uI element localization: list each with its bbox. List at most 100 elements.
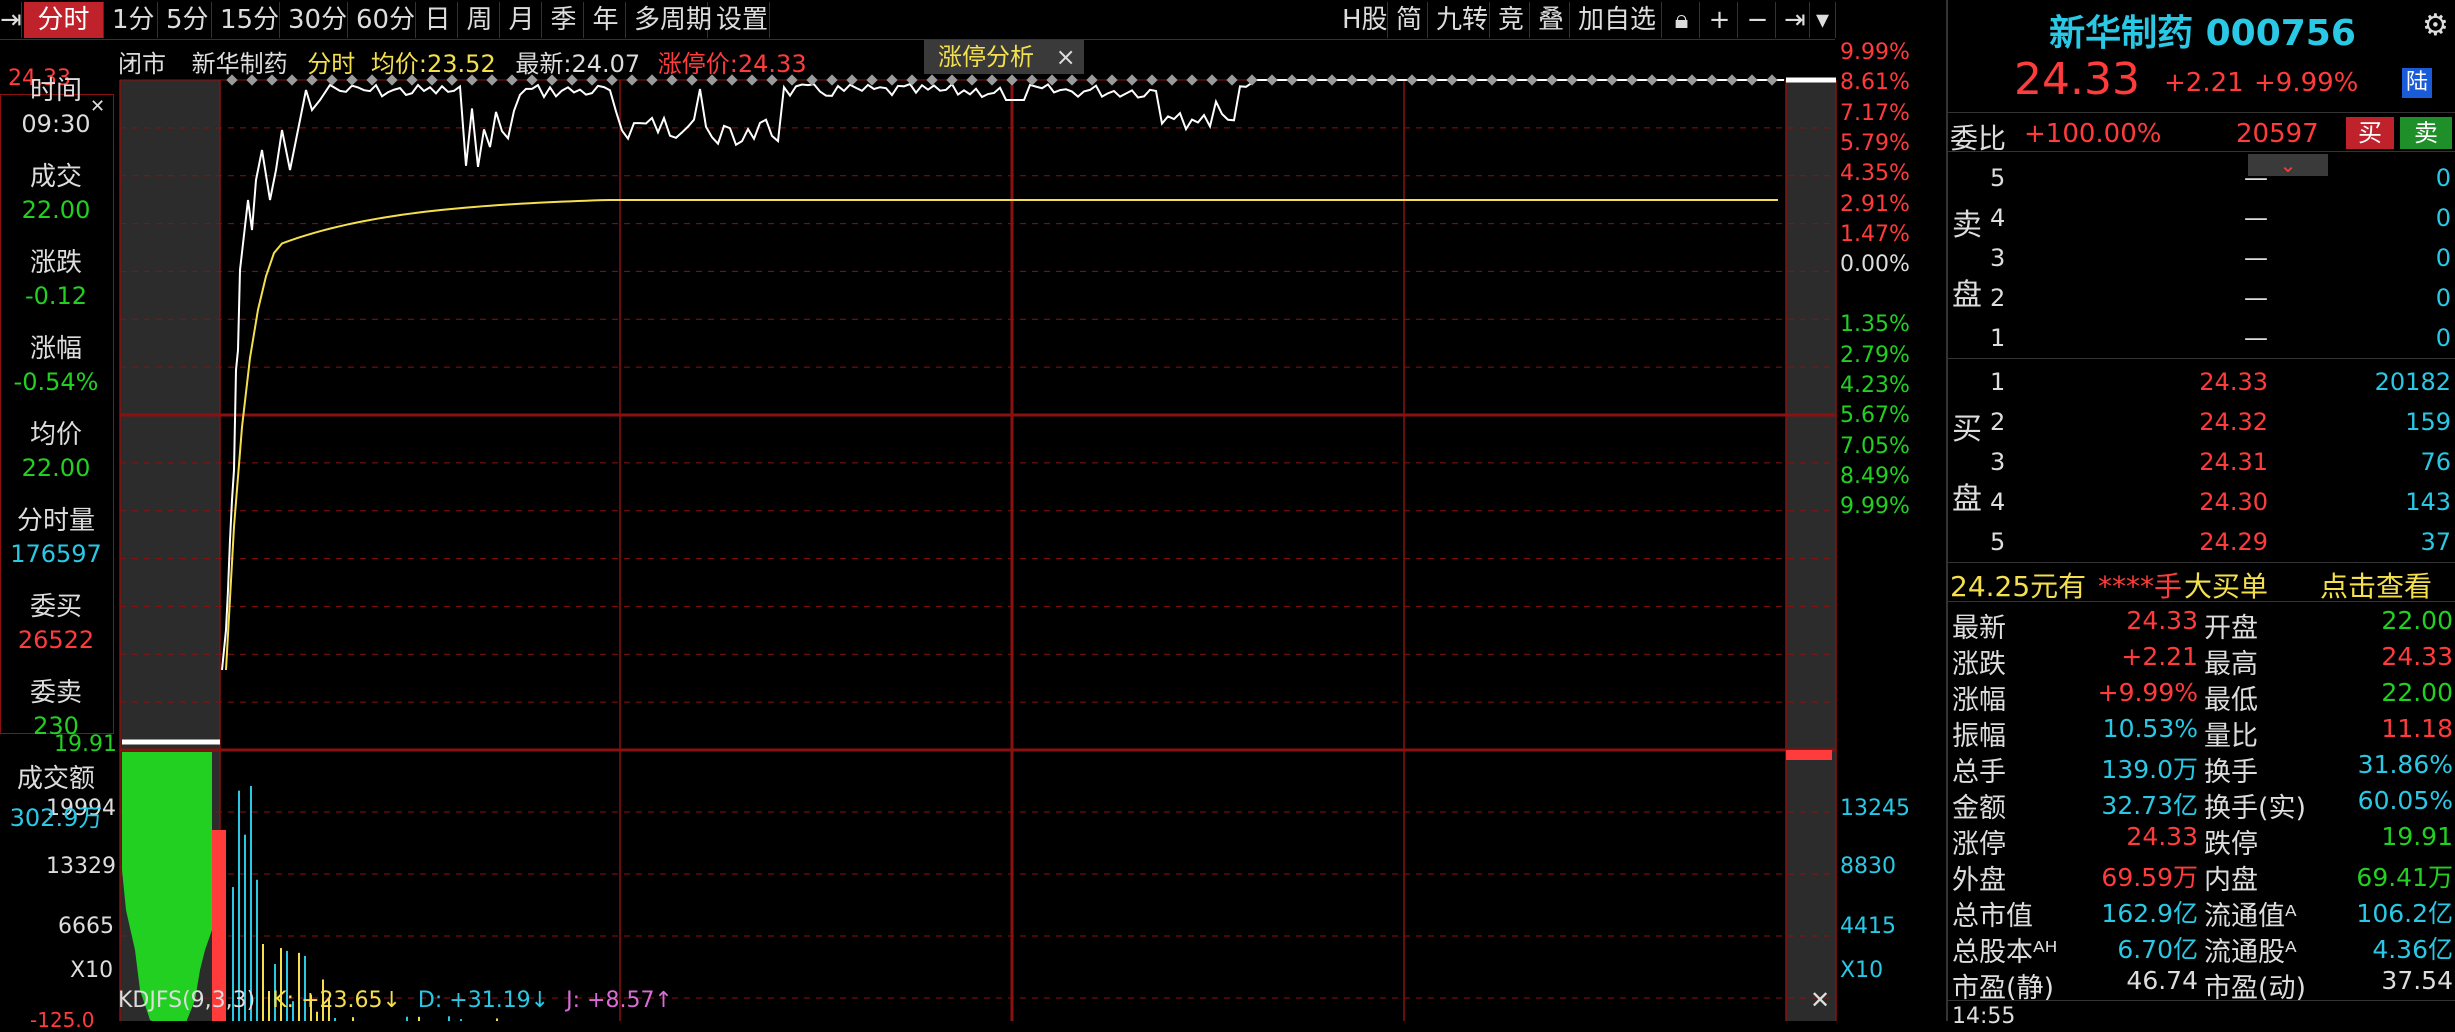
gear-icon[interactable]: ⚙	[2422, 8, 2449, 43]
sell-level-row[interactable]: 3 — 0	[1948, 240, 2455, 280]
limit-up-marker	[526, 74, 538, 86]
limit-up-marker	[1506, 74, 1518, 86]
limit-up-marker	[1566, 74, 1578, 86]
limit-up-analysis-button[interactable]: 涨停分析 ×	[924, 40, 1084, 74]
tab-settings[interactable]: 设置	[710, 2, 770, 38]
buy-level-row[interactable]: 4 24.30 143	[1948, 484, 2455, 524]
indicator-bar[interactable]: KDJFS(9,3,3) K: +23.65↓ D: +31.19↓ J: +8…	[118, 988, 673, 1018]
indicator-name: KDJFS(9,3,3)	[118, 988, 256, 1013]
limit-up-marker	[1466, 74, 1478, 86]
buy-level-row[interactable]: 2 24.32 159	[1948, 404, 2455, 444]
auction-button[interactable]: 竞	[1492, 2, 1530, 38]
limit-up-marker	[846, 74, 858, 86]
tab-5min[interactable]: 5分	[160, 2, 212, 38]
level-price: —	[2244, 284, 2268, 312]
tab-15min[interactable]: 15分	[214, 2, 280, 38]
stat-value: 19.91	[2381, 822, 2453, 851]
tab-year[interactable]: 年	[586, 2, 626, 38]
level-vol: 159	[2405, 408, 2451, 436]
sell-level-row[interactable]: 4 — 0	[1948, 200, 2455, 240]
tab-fenshi[interactable]: 分时	[24, 2, 104, 38]
dropdown-icon[interactable]: ▾	[1810, 2, 1836, 38]
tab-multi-period[interactable]: 多周期	[628, 2, 712, 38]
level-vol: 0	[2435, 244, 2451, 272]
tab-week[interactable]: 周	[460, 2, 500, 38]
limit-up-marker	[1586, 74, 1598, 86]
buy-level-row[interactable]: 3 24.31 76	[1948, 444, 2455, 484]
lock-icon[interactable]: 🔒︎	[1664, 2, 1700, 38]
limit-up-marker	[1126, 74, 1138, 86]
buy-level-row[interactable]: 1 24.33 20182	[1948, 364, 2455, 404]
limit-up-marker	[1386, 74, 1398, 86]
buy-button[interactable]: 买	[2346, 117, 2394, 149]
weibi-label: 委比	[1950, 122, 2007, 155]
level-vol: 0	[2435, 204, 2451, 232]
volume-bar	[250, 786, 252, 1021]
close-icon[interactable]: ×	[1056, 43, 1076, 71]
limit-up-marker	[1086, 74, 1098, 86]
limit-up-marker	[1426, 74, 1438, 86]
stat-value: 24.33	[2126, 822, 2198, 851]
limit-up-marker	[886, 74, 898, 86]
tick-time: 14:55	[1952, 1004, 2016, 1029]
limit-up-marker	[986, 74, 998, 86]
tab-1min[interactable]: 1分	[106, 2, 158, 38]
sell-level-row[interactable]: 2 — 0	[1948, 280, 2455, 320]
chart-grid	[119, 79, 1837, 1021]
level-num: 5	[1990, 528, 2006, 556]
level-price: —	[2244, 244, 2268, 272]
info-value: 230	[33, 712, 79, 740]
limit-up-marker	[806, 74, 818, 86]
limit-up-marker	[766, 74, 778, 86]
overlay-button[interactable]: 叠	[1532, 2, 1570, 38]
sell-level-row[interactable]: 1 — 0	[1948, 320, 2455, 360]
collapse-left-icon[interactable]: ⇥	[0, 2, 22, 38]
big-order-hand: ****手	[2098, 570, 2183, 603]
zoom-in-icon[interactable]: +	[1702, 2, 1738, 38]
sell-button[interactable]: 卖	[2400, 117, 2452, 149]
tab-60min[interactable]: 60分	[350, 2, 416, 38]
info-label: 均价	[29, 420, 82, 450]
tab-quarter[interactable]: 季	[544, 2, 584, 38]
limit-up-marker	[1106, 74, 1118, 86]
stat-row: 总市值 162.9亿 流通值ᴬ 106.2亿	[1948, 892, 2455, 932]
limit-up-marker	[586, 74, 598, 86]
h-share-button[interactable]: H股	[1336, 2, 1388, 38]
big-order-view-link[interactable]: 点击查看	[2320, 565, 2432, 605]
info-value: -0.54%	[13, 368, 99, 396]
limit-up-marker	[1626, 74, 1638, 86]
intraday-chart[interactable]	[0, 70, 1946, 1021]
limit-up-marker	[1726, 74, 1738, 86]
period-toolbar: ⇥ 分时 1分 5分 15分 30分 60分 日 周 月 季 年 多周期 设置 …	[0, 0, 1836, 40]
volume-bars	[122, 752, 498, 1021]
stat-value: 31.86%	[2357, 750, 2453, 779]
add-watchlist-button[interactable]: 加自选	[1572, 2, 1662, 38]
info-label: 涨跌	[29, 248, 82, 278]
level-price: 24.31	[2199, 448, 2268, 476]
limit-up-marker	[386, 74, 398, 86]
limit-up-marker	[466, 74, 478, 86]
tab-day[interactable]: 日	[418, 2, 458, 38]
big-order-banner[interactable]: 24.25元有 ****手 大买单 点击查看	[1948, 562, 2455, 605]
stat-row: 市盈(静) 46.74 市盈(动) 37.54	[1948, 964, 2455, 1004]
nine-turn-button[interactable]: 九转	[1430, 2, 1490, 38]
tab-30min[interactable]: 30分	[282, 2, 348, 38]
buy-level-row[interactable]: 5 24.29 37	[1948, 524, 2455, 564]
limit-up-marker	[606, 74, 618, 86]
tab-month[interactable]: 月	[502, 2, 542, 38]
stat-row: 涨幅 +9.99% 最低 22.00	[1948, 676, 2455, 716]
vol-axis-right-1: 13245	[1840, 796, 1910, 821]
info-value: 302.9万	[9, 804, 103, 832]
collapse-right-icon[interactable]: ⇥	[1778, 2, 1810, 38]
stat-value: 106.2亿	[2356, 899, 2453, 928]
close-indicator-icon[interactable]: ✕	[1810, 986, 1830, 1014]
zoom-out-icon[interactable]: −	[1740, 2, 1776, 38]
limit-up-marker	[786, 74, 798, 86]
simple-button[interactable]: 简	[1390, 2, 1428, 38]
limit-up-marker	[1766, 74, 1778, 86]
limit-up-marker	[626, 74, 638, 86]
limit-up-marker	[426, 74, 438, 86]
indicator-k: K: +23.65↓	[272, 988, 401, 1013]
sell-level-row[interactable]: 5 — 0	[1948, 160, 2455, 200]
level-num: 4	[1990, 204, 2006, 232]
